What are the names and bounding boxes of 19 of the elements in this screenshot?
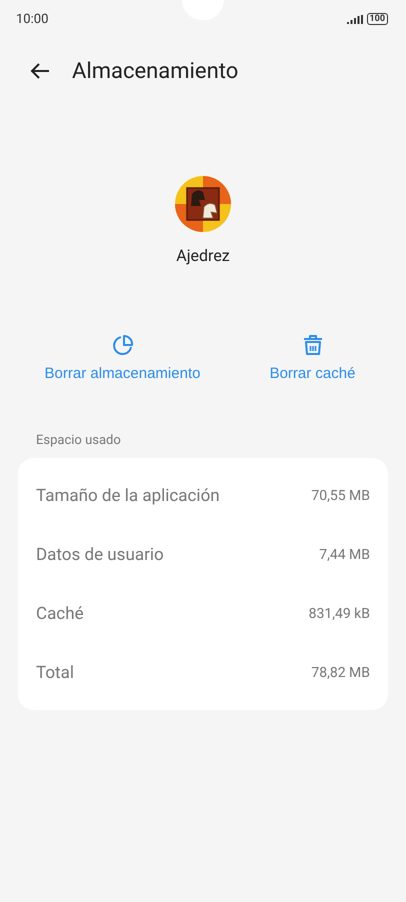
pie-chart-icon — [110, 333, 134, 357]
row-label: Caché — [36, 604, 84, 624]
button-label: Borrar almacenamiento — [44, 365, 200, 382]
clear-cache-button[interactable]: Borrar caché — [270, 333, 356, 382]
signal-icon — [346, 14, 362, 24]
app-name: Ajedrez — [176, 246, 230, 265]
row-label: Total — [36, 662, 74, 682]
clear-storage-button[interactable]: Borrar almacenamiento — [44, 333, 200, 382]
status-time: 10:00 — [16, 12, 48, 26]
row-value: 70,55 MB — [311, 488, 370, 504]
row-label: Datos de usuario — [36, 544, 164, 564]
page-title: Almacenamiento — [72, 58, 238, 84]
row-value: 7,44 MB — [319, 546, 370, 562]
section-title: Espacio usado — [36, 433, 122, 448]
row-label: Tamaño de la aplicación — [36, 486, 220, 506]
battery-level: 100 — [366, 13, 388, 25]
button-label: Borrar caché — [270, 365, 356, 382]
row-value: 831,49 kB — [308, 606, 370, 622]
row-value: 78,82 MB — [311, 664, 370, 680]
